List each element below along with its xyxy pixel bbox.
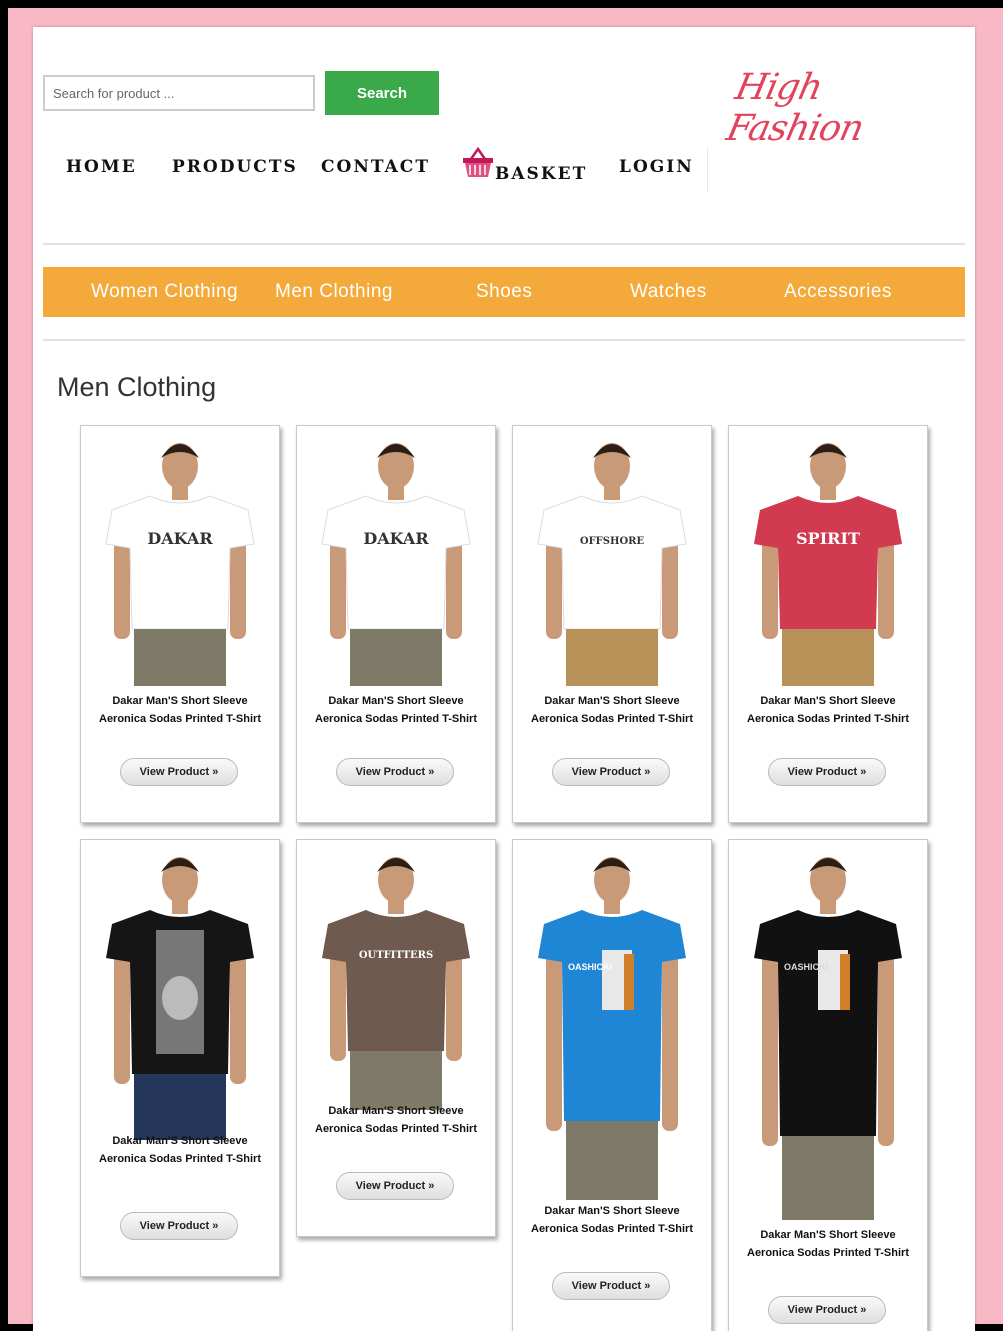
product-photo[interactable] [81, 840, 279, 1140]
product-card[interactable]: OASHICKI Dakar Man'S Short Sleeve Aeroni… [512, 839, 712, 1331]
header-divider [43, 243, 965, 245]
view-product-button[interactable]: View Product » [552, 1272, 670, 1300]
svg-text:OASHICKI: OASHICKI [568, 962, 612, 972]
product-title-line1: Dakar Man'S Short Sleeve [328, 695, 464, 707]
category-women-clothing[interactable]: Women Clothing [91, 281, 238, 303]
nav-basket[interactable]: BASKET [495, 164, 587, 184]
brand-logo[interactable]: High Fashion [723, 67, 921, 149]
product-photo[interactable]: DAKAR [297, 426, 495, 686]
product-card[interactable]: OFFSHORE Dakar Man'S Short Sleeve Aeroni… [512, 425, 712, 823]
product-title[interactable]: Dakar Man'S Short Sleeve Aeronica Sodas … [731, 1226, 925, 1262]
nav-login[interactable]: LOGIN [619, 157, 694, 177]
product-title-line2: Aeronica Sodas Printed T-Shirt [747, 1247, 909, 1259]
product-title-line1: Dakar Man'S Short Sleeve [112, 1135, 248, 1147]
product-card[interactable]: SPIRIT Dakar Man'S Short Sleeve Aeronica… [728, 425, 928, 823]
product-title-line2: Aeronica Sodas Printed T-Shirt [747, 713, 909, 725]
view-product-button[interactable]: View Product » [768, 1296, 886, 1324]
product-title-line1: Dakar Man'S Short Sleeve [328, 1105, 464, 1117]
svg-text:SPIRIT: SPIRIT [796, 529, 860, 548]
product-photo[interactable]: OFFSHORE [513, 426, 711, 686]
product-title[interactable]: Dakar Man'S Short Sleeve Aeronica Sodas … [515, 1202, 709, 1238]
product-card[interactable]: Dakar Man'S Short Sleeve Aeronica Sodas … [80, 839, 280, 1277]
basket-icon[interactable] [461, 147, 495, 179]
product-title[interactable]: Dakar Man'S Short Sleeve Aeronica Sodas … [83, 1132, 277, 1168]
product-title-line2: Aeronica Sodas Printed T-Shirt [315, 713, 477, 725]
product-title-line1: Dakar Man'S Short Sleeve [760, 1229, 896, 1241]
product-title-line2: Aeronica Sodas Printed T-Shirt [99, 713, 261, 725]
view-product-button[interactable]: View Product » [336, 758, 454, 786]
product-photo[interactable]: OASHICKI [729, 840, 927, 1220]
svg-text:OUTFITTERS: OUTFITTERS [359, 950, 433, 961]
product-title-line2: Aeronica Sodas Printed T-Shirt [315, 1123, 477, 1135]
product-title-line1: Dakar Man'S Short Sleeve [544, 1205, 680, 1217]
svg-text:OASHICKI: OASHICKI [784, 962, 828, 972]
product-title[interactable]: Dakar Man'S Short Sleeve Aeronica Sodas … [299, 692, 493, 728]
view-product-button[interactable]: View Product » [336, 1172, 454, 1200]
search-button[interactable]: Search [325, 71, 439, 115]
product-photo[interactable]: OASHICKI [513, 840, 711, 1200]
view-product-button[interactable]: View Product » [768, 758, 886, 786]
nav-products[interactable]: PRODUCTS [172, 157, 298, 177]
product-card[interactable]: OASHICKI Dakar Man'S Short Sleeve Aeroni… [728, 839, 928, 1331]
category-men-clothing[interactable]: Men Clothing [275, 281, 393, 303]
category-bar: Women Clothing Men Clothing Shoes Watche… [43, 267, 965, 317]
svg-text:DAKAR: DAKAR [363, 529, 429, 548]
product-title-line2: Aeronica Sodas Printed T-Shirt [531, 1223, 693, 1235]
page-container: Search High Fashion HOME PRODUCTS CONTAC… [33, 27, 975, 1331]
nav-contact[interactable]: CONTACT [321, 157, 430, 177]
nav-home[interactable]: HOME [66, 157, 137, 177]
product-title[interactable]: Dakar Man'S Short Sleeve Aeronica Sodas … [83, 692, 277, 728]
category-divider [43, 339, 965, 341]
nav-divider [707, 147, 708, 191]
product-title[interactable]: Dakar Man'S Short Sleeve Aeronica Sodas … [731, 692, 925, 728]
product-card[interactable]: OUTFITTERS Dakar Man'S Short Sleeve Aero… [296, 839, 496, 1237]
view-product-button[interactable]: View Product » [120, 758, 238, 786]
category-accessories[interactable]: Accessories [784, 281, 892, 303]
search-input[interactable] [43, 75, 315, 111]
product-title[interactable]: Dakar Man'S Short Sleeve Aeronica Sodas … [515, 692, 709, 728]
svg-text:OFFSHORE: OFFSHORE [580, 536, 645, 547]
product-title-line2: Aeronica Sodas Printed T-Shirt [99, 1153, 261, 1165]
product-title-line1: Dakar Man'S Short Sleeve [544, 695, 680, 707]
product-title-line1: Dakar Man'S Short Sleeve [112, 695, 248, 707]
product-card[interactable]: DAKAR Dakar Man'S Short Sleeve Aeronica … [296, 425, 496, 823]
product-photo[interactable]: SPIRIT [729, 426, 927, 686]
product-photo[interactable]: DAKAR [81, 426, 279, 686]
main-nav: HOME PRODUCTS CONTACT BASKET LOGIN [33, 147, 733, 191]
category-shoes[interactable]: Shoes [476, 281, 532, 303]
product-card[interactable]: DAKAR Dakar Man'S Short Sleeve Aeronica … [80, 425, 280, 823]
svg-text:DAKAR: DAKAR [147, 529, 213, 548]
category-watches[interactable]: Watches [630, 281, 707, 303]
view-product-button[interactable]: View Product » [552, 758, 670, 786]
product-title-line1: Dakar Man'S Short Sleeve [760, 695, 896, 707]
section-title: Men Clothing [57, 372, 217, 402]
product-photo[interactable]: OUTFITTERS [297, 840, 495, 1110]
product-title-line2: Aeronica Sodas Printed T-Shirt [531, 713, 693, 725]
product-title[interactable]: Dakar Man'S Short Sleeve Aeronica Sodas … [299, 1102, 493, 1138]
view-product-button[interactable]: View Product » [120, 1212, 238, 1240]
